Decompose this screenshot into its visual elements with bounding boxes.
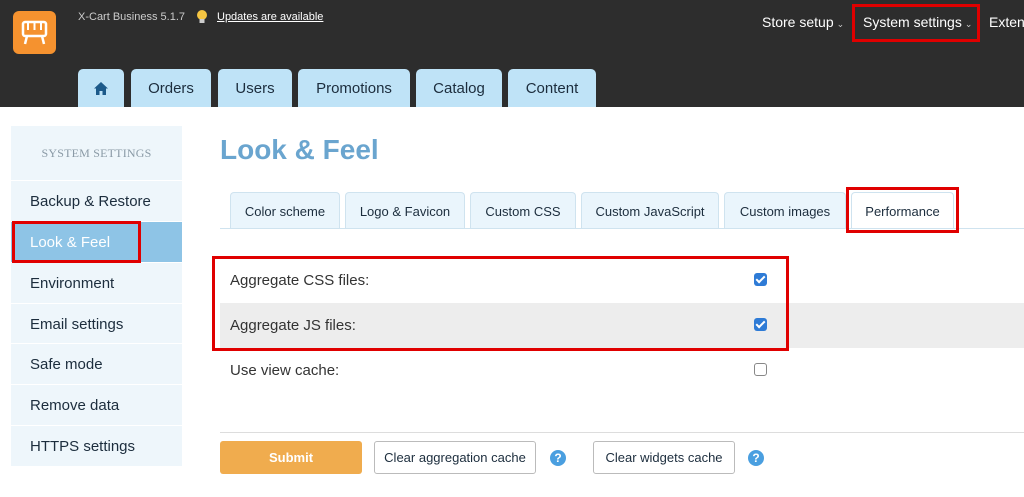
sidebar: SYSTEM SETTINGS Backup & Restore Look & … <box>11 126 182 466</box>
setting-label: Aggregate JS files: <box>230 317 356 334</box>
subtab-custom-javascript[interactable]: Custom JavaScript <box>581 192 719 229</box>
setting-row-aggregate-css: Aggregate CSS files: <box>220 258 1024 303</box>
help-icon[interactable]: ? <box>748 450 764 466</box>
nav-extensions[interactable]: Exten <box>989 14 1024 30</box>
subtab-divider <box>220 228 1024 229</box>
setting-label: Use view cache: <box>230 362 340 379</box>
lightbulb-icon <box>197 10 207 23</box>
nav-extensions-label: Exten <box>989 14 1024 30</box>
help-icon[interactable]: ? <box>550 450 566 466</box>
sidebar-item-remove-data[interactable]: Remove data <box>11 384 182 425</box>
tab-promotions[interactable]: Promotions <box>298 69 410 107</box>
tab-content[interactable]: Content <box>508 69 596 107</box>
aggregate-js-checkbox[interactable] <box>754 318 767 331</box>
tab-home[interactable] <box>78 69 124 107</box>
tab-users[interactable]: Users <box>218 69 292 107</box>
clear-aggregation-cache-button[interactable]: Clear aggregation cache <box>374 441 536 474</box>
aggregate-css-checkbox[interactable] <box>754 273 767 286</box>
sidebar-item-https-settings[interactable]: HTTPS settings <box>11 425 182 466</box>
sidebar-item-backup-restore[interactable]: Backup & Restore <box>11 180 182 221</box>
nav-system-settings-label: System settings <box>863 14 962 30</box>
tab-orders[interactable]: Orders <box>131 69 211 107</box>
chevron-down-icon: ⌄ <box>836 19 845 29</box>
sidebar-item-email-settings[interactable]: Email settings <box>11 303 182 344</box>
subtab-custom-css[interactable]: Custom CSS <box>470 192 576 229</box>
version-label: X-Cart Business 5.1.7 <box>78 11 185 23</box>
setting-row-view-cache: Use view cache: <box>220 348 1024 393</box>
setting-row-aggregate-js: Aggregate JS files: <box>220 303 1024 348</box>
page-title: Look & Feel <box>220 134 379 165</box>
sidebar-item-look-feel[interactable]: Look & Feel <box>11 221 182 262</box>
chevron-down-icon: ⌄ <box>964 19 973 29</box>
subtab-color-scheme[interactable]: Color scheme <box>230 192 340 229</box>
subtab-performance[interactable]: Performance <box>851 192 954 229</box>
updates-link[interactable]: Updates are available <box>217 11 323 23</box>
xcart-logo[interactable] <box>13 11 56 54</box>
home-icon <box>94 81 108 95</box>
actions-divider <box>220 432 1024 433</box>
submit-button[interactable]: Submit <box>220 441 362 474</box>
sidebar-item-environment[interactable]: Environment <box>11 262 182 303</box>
view-cache-checkbox[interactable] <box>754 363 767 376</box>
cart-icon <box>21 20 48 45</box>
nav-store-setup-label: Store setup <box>762 14 834 30</box>
subtab-custom-images[interactable]: Custom images <box>724 192 846 229</box>
top-bar: X-Cart Business 5.1.7 Updates are availa… <box>0 0 1024 107</box>
subtab-logo-favicon[interactable]: Logo & Favicon <box>345 192 465 229</box>
sidebar-item-safe-mode[interactable]: Safe mode <box>11 343 182 384</box>
setting-label: Aggregate CSS files: <box>230 272 370 289</box>
clear-widgets-cache-button[interactable]: Clear widgets cache <box>593 441 735 474</box>
nav-system-settings[interactable]: System settings ⌄ <box>863 14 972 30</box>
tab-catalog[interactable]: Catalog <box>416 69 502 107</box>
sidebar-heading: SYSTEM SETTINGS <box>41 146 152 160</box>
nav-store-setup[interactable]: Store setup ⌄ <box>762 14 844 30</box>
